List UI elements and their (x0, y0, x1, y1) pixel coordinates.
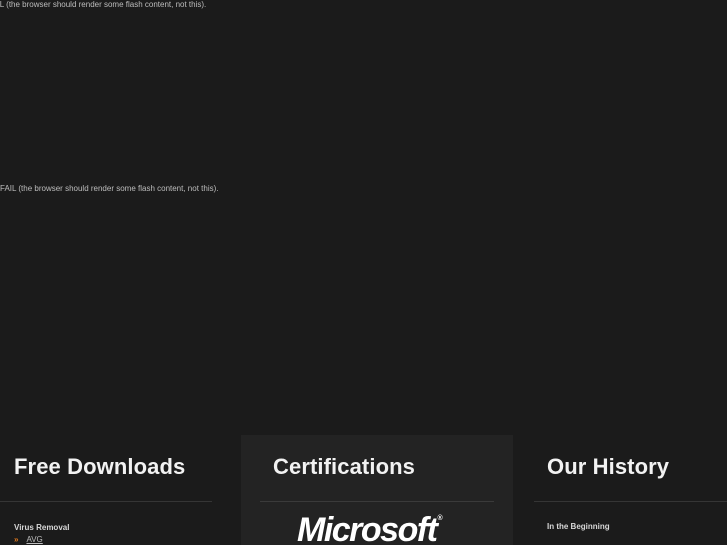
our-history-section: Our History In the Beginning (514, 435, 727, 545)
in-the-beginning-subhead: In the Beginning (547, 522, 610, 531)
our-history-title: Our History (547, 454, 670, 479)
free-downloads-section: Free Downloads Virus Removal » AVG (0, 435, 240, 545)
page: UL (the browser should render some flash… (0, 0, 727, 545)
free-downloads-title: Free Downloads (14, 454, 186, 479)
certifications-title: Certifications (273, 454, 415, 479)
flash-fallback-message: UL (the browser should render some flash… (0, 0, 207, 9)
flash-fallback-message: FAIL (the browser should render some fla… (0, 184, 219, 193)
double-chevron-icon: » (14, 535, 19, 544)
section-divider (534, 501, 727, 502)
microsoft-logo: Microsoft® (297, 511, 443, 545)
section-divider (0, 501, 212, 502)
download-list-item: » AVG (14, 535, 43, 544)
avg-download-link[interactable]: AVG (26, 535, 42, 544)
section-divider (260, 501, 494, 502)
certifications-section: Certifications Microsoft® (241, 435, 513, 545)
virus-removal-subhead: Virus Removal (14, 523, 70, 532)
